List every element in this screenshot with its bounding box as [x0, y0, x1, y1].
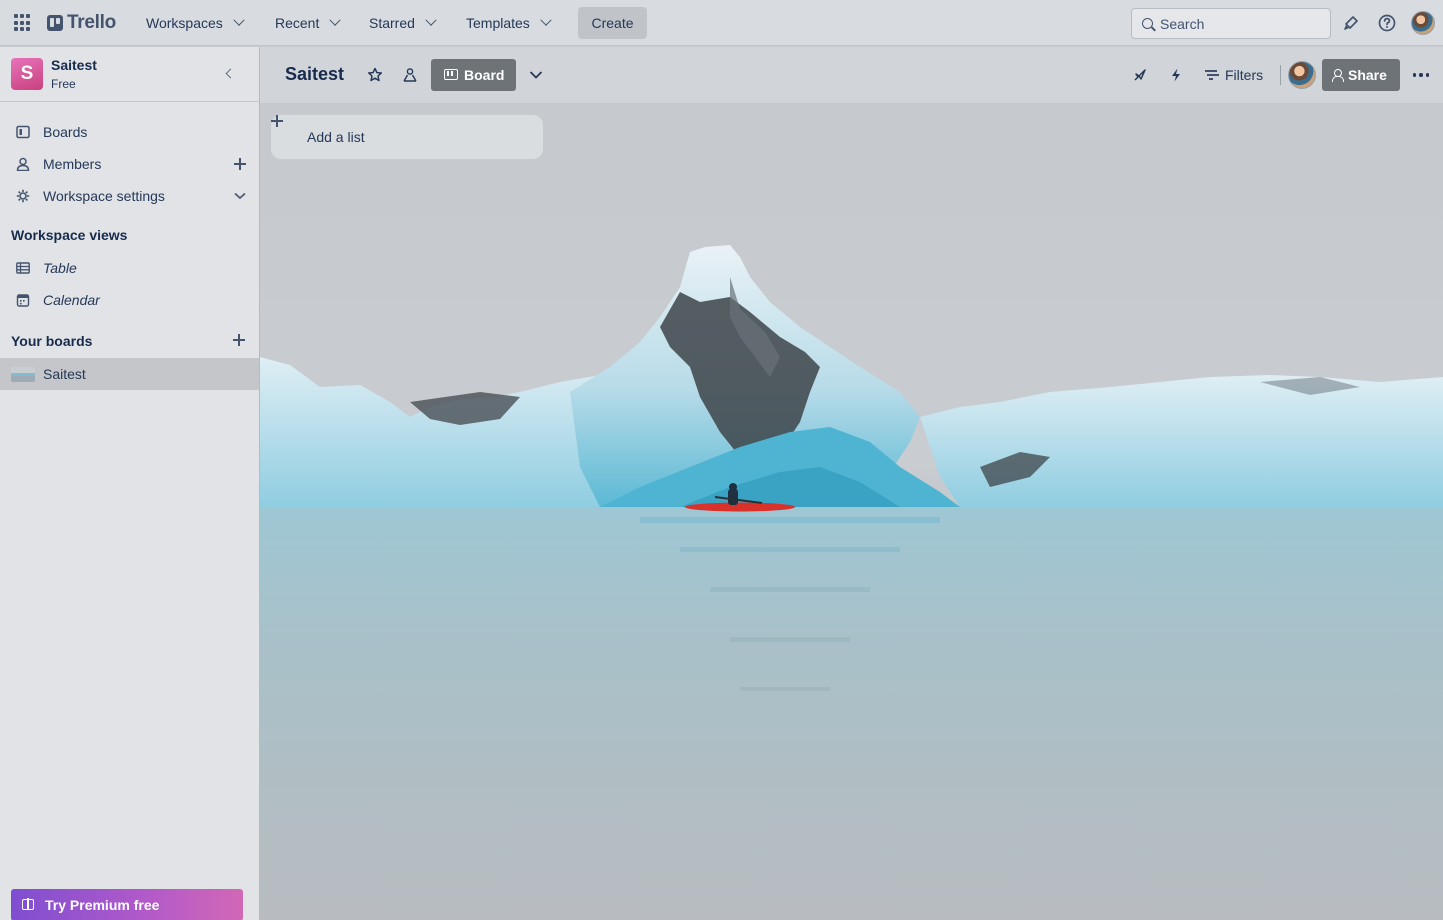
- help-button[interactable]: [1375, 11, 1399, 35]
- workspace-name[interactable]: Saitest: [51, 57, 97, 73]
- lightning-icon: [1172, 68, 1180, 82]
- trello-logo-icon: [47, 15, 63, 31]
- board-title[interactable]: Saitest: [285, 64, 344, 85]
- more-options-icon[interactable]: [1411, 63, 1431, 87]
- starred-menu-label: Starred: [369, 15, 415, 31]
- gear-icon: [16, 189, 30, 203]
- add-member-icon[interactable]: [234, 158, 246, 170]
- templates-menu-label: Templates: [466, 15, 530, 31]
- sidebar-item-calendar[interactable]: Calendar: [0, 284, 259, 316]
- star-board-button[interactable]: [363, 63, 387, 87]
- chevron-down-icon: [233, 14, 245, 26]
- workspaces-menu[interactable]: Workspaces: [138, 9, 251, 37]
- account-avatar[interactable]: [1411, 11, 1435, 35]
- sidebar-item-label: Table: [43, 260, 77, 276]
- workspace-badge[interactable]: S: [11, 58, 43, 90]
- visibility-button[interactable]: [398, 63, 422, 87]
- board-view-label: Board: [464, 67, 505, 83]
- your-boards-heading: Your boards: [11, 333, 93, 349]
- top-navigation-bar: Trello Workspaces Recent Starred Templat…: [0, 0, 1443, 46]
- workspace-views-heading: Workspace views: [11, 227, 128, 243]
- megaphone-icon: [1344, 16, 1358, 30]
- filters-label: Filters: [1225, 67, 1264, 83]
- sidebar-item-label: Members: [43, 156, 102, 172]
- board-thumbnail: [11, 367, 35, 382]
- table-icon: [16, 262, 30, 274]
- filter-icon: [1205, 70, 1217, 80]
- create-button[interactable]: Create: [578, 7, 647, 39]
- chevron-down-icon[interactable]: [234, 191, 246, 201]
- recent-menu[interactable]: Recent: [267, 9, 347, 37]
- sidebar-item-table[interactable]: Table: [0, 252, 259, 284]
- board-header: Saitest Board Filters Share: [260, 47, 1443, 103]
- share-button[interactable]: Share: [1322, 59, 1400, 91]
- person-add-icon: [1332, 69, 1344, 82]
- collapse-sidebar-icon[interactable]: [222, 67, 236, 81]
- starred-menu[interactable]: Starred: [361, 9, 443, 37]
- header-divider: [1280, 65, 1281, 85]
- boards-icon: [16, 125, 30, 139]
- search-input[interactable]: Search: [1131, 8, 1331, 39]
- search-placeholder: Search: [1160, 15, 1205, 32]
- chevron-down-icon: [329, 14, 342, 26]
- workspace-plan: Free: [51, 77, 76, 91]
- chevron-down-icon: [529, 71, 543, 79]
- sidebar-item-members[interactable]: Members: [0, 148, 259, 180]
- workspace-header: S Saitest Free: [0, 47, 259, 102]
- try-premium-button[interactable]: Try Premium free: [11, 889, 243, 920]
- gift-icon: [22, 898, 34, 910]
- sidebar-item-boards[interactable]: Boards: [0, 116, 259, 148]
- app-switcher-icon[interactable]: [14, 14, 32, 32]
- help-icon: [1378, 14, 1396, 32]
- power-ups-button[interactable]: [1128, 63, 1152, 87]
- search-icon: [1142, 18, 1153, 29]
- calendar-icon: [16, 294, 30, 307]
- share-label: Share: [1348, 67, 1387, 83]
- trello-logo[interactable]: Trello: [47, 12, 116, 34]
- premium-label: Try Premium free: [45, 897, 160, 913]
- person-icon: [16, 157, 30, 171]
- sidebar: S Saitest Free Boards Members Workspace …: [0, 47, 260, 920]
- add-list-label: Add a list: [307, 129, 365, 145]
- board-member-avatar[interactable]: [1288, 61, 1316, 89]
- sidebar-item-board-saitest[interactable]: Saitest: [0, 358, 259, 390]
- workspaces-menu-label: Workspaces: [146, 15, 223, 31]
- board-canvas: Saitest Board Filters Share Add a list: [260, 47, 1443, 920]
- star-icon: [367, 67, 383, 82]
- switch-view-button[interactable]: [524, 63, 548, 87]
- sidebar-item-label: Workspace settings: [43, 188, 165, 204]
- rocket-icon: [1134, 69, 1146, 81]
- sidebar-item-label: Saitest: [43, 366, 86, 382]
- templates-menu[interactable]: Templates: [458, 9, 558, 37]
- chevron-down-icon: [425, 14, 437, 26]
- workspace-visible-icon: [403, 68, 417, 82]
- add-board-icon[interactable]: [233, 334, 245, 346]
- filters-button[interactable]: Filters: [1199, 59, 1263, 91]
- logo-text: Trello: [67, 12, 116, 33]
- chevron-down-icon: [540, 14, 552, 26]
- recent-menu-label: Recent: [275, 15, 320, 31]
- sidebar-item-label: Boards: [43, 124, 88, 140]
- automation-button[interactable]: [1164, 63, 1188, 87]
- notifications-button[interactable]: [1339, 11, 1363, 35]
- board-background-image: [260, 245, 1443, 920]
- add-list-button[interactable]: Add a list: [271, 115, 543, 159]
- board-icon: [444, 69, 458, 80]
- board-view-button[interactable]: Board: [431, 59, 516, 91]
- sidebar-item-workspace-settings[interactable]: Workspace settings: [0, 180, 259, 212]
- sidebar-item-label: Calendar: [43, 292, 100, 308]
